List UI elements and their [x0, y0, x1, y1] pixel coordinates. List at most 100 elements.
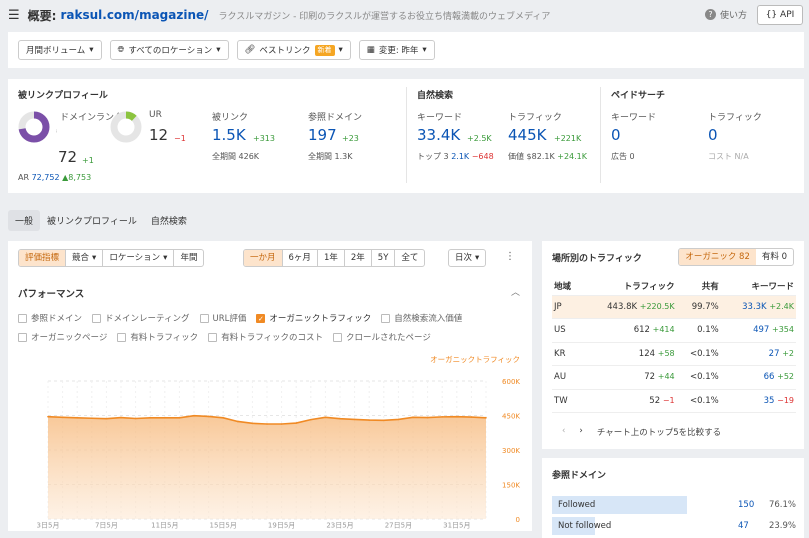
period-1y[interactable]: 1年: [318, 250, 345, 266]
metric-checkbox[interactable]: ✓ オーガニックトラフィック: [256, 312, 371, 324]
col-traffic[interactable]: トラフィック: [580, 277, 677, 296]
traffic-point[interactable]: [295, 422, 298, 424]
ref-domain-row[interactable]: Followed 150 76.1%: [552, 496, 796, 514]
top3-value[interactable]: 2.1K: [451, 152, 469, 161]
checkbox-icon[interactable]: [381, 313, 391, 323]
checkbox-icon[interactable]: [18, 313, 27, 323]
traffic-point[interactable]: [222, 417, 224, 419]
metric-checkbox[interactable]: URL評価: [199, 312, 246, 324]
traffic-point[interactable]: [339, 417, 341, 420]
period-all[interactable]: 全て: [395, 250, 424, 266]
checkbox-icon[interactable]: [18, 332, 27, 342]
change-dropdown[interactable]: ▦ 変更: 昨年 ▾: [358, 40, 435, 60]
metric-checkbox[interactable]: 有料トラフィック: [117, 331, 198, 343]
location-dropdown[interactable]: 🌐︎ すべてのロケーション ▾: [109, 40, 229, 60]
traffic-point[interactable]: [368, 419, 371, 421]
period-5y[interactable]: 5Y: [372, 250, 396, 266]
keywords-value[interactable]: 33.3K: [742, 302, 767, 312]
keywords-value[interactable]: 66: [764, 372, 775, 382]
ref-domain-value[interactable]: 150: [738, 500, 754, 510]
ref-domain-value[interactable]: 47: [738, 521, 749, 531]
traffic-point[interactable]: [280, 423, 283, 425]
compare-top5-link[interactable]: チャート上のトップ5を比較する: [597, 426, 721, 438]
checkbox-icon[interactable]: [333, 332, 343, 342]
toggle-paid[interactable]: 有料 0: [756, 249, 793, 265]
traffic-point[interactable]: [412, 416, 414, 419]
metric-checkbox[interactable]: オーガニックページ: [18, 331, 107, 343]
table-row[interactable]: US 612 +414 0.1% 497 +354: [552, 318, 796, 343]
menu-icon[interactable]: ☰: [8, 8, 20, 23]
ar-value[interactable]: 72,752: [32, 173, 60, 182]
period-2y[interactable]: 2年: [345, 250, 372, 266]
col-share[interactable]: 共有: [676, 277, 721, 296]
organic-traffic-value[interactable]: 445K: [508, 126, 546, 144]
metric-checkbox[interactable]: 自然検索流入価値: [381, 312, 462, 324]
metric-checkbox[interactable]: 有料トラフィックのコスト: [208, 331, 323, 343]
table-row[interactable]: KR 124 +58 <0.1% 27 +2: [552, 342, 796, 366]
traffic-point[interactable]: [383, 419, 385, 422]
checkbox-icon[interactable]: ✓: [256, 313, 266, 323]
traffic-point[interactable]: [485, 417, 487, 419]
traffic-point[interactable]: [397, 418, 400, 421]
ref-domain-row[interactable]: Not followed 47 23.9%: [552, 517, 796, 535]
chevron-left-icon[interactable]: ‹: [562, 426, 565, 438]
metric-checkbox[interactable]: クロールされたページ: [333, 331, 431, 343]
checkbox-icon[interactable]: [208, 332, 218, 342]
seg-location[interactable]: ロケーション ▾: [103, 250, 175, 266]
checkbox-icon[interactable]: [199, 313, 209, 323]
traffic-point[interactable]: [426, 416, 429, 419]
traffic-point[interactable]: [149, 417, 151, 419]
traffic-point[interactable]: [91, 417, 93, 420]
interval-button[interactable]: 日次 ▾: [449, 250, 485, 266]
interval-dropdown[interactable]: 日次 ▾: [448, 249, 487, 267]
traffic-point[interactable]: [266, 423, 268, 425]
traffic-point[interactable]: [120, 416, 122, 419]
table-row[interactable]: TW 52 −1 <0.1% 35 −19: [552, 389, 796, 413]
traffic-point[interactable]: [353, 418, 356, 421]
traffic-point[interactable]: [251, 422, 254, 425]
best-links-dropdown[interactable]: 🔗︎ ベストリンク 新着 ▾: [236, 40, 351, 60]
checkbox-icon[interactable]: [117, 332, 127, 342]
metric-checkbox[interactable]: ドメインレーティング: [92, 312, 190, 324]
traffic-point[interactable]: [324, 416, 327, 419]
seg-yearly[interactable]: 年間: [174, 250, 203, 266]
traffic-point[interactable]: [164, 417, 166, 419]
tab-backlink-profile[interactable]: 被リンクプロフィール: [40, 210, 144, 231]
keywords-value[interactable]: 497: [753, 325, 769, 335]
keywords-value[interactable]: 35: [764, 396, 775, 406]
traffic-point[interactable]: [61, 416, 64, 419]
tab-organic[interactable]: 自然検索: [144, 210, 194, 231]
howto-link[interactable]: ? 使い方: [704, 8, 747, 21]
paid-kw-value[interactable]: 0: [611, 126, 621, 144]
period-1m[interactable]: 一か月: [244, 250, 283, 266]
seg-metrics[interactable]: 評価指標: [19, 250, 67, 266]
traffic-point[interactable]: [76, 417, 78, 419]
traffic-point[interactable]: [47, 415, 49, 418]
seg-competitors[interactable]: 競合 ▾: [66, 250, 104, 266]
paid-traffic-value[interactable]: 0: [708, 126, 718, 144]
tab-general[interactable]: 一般: [8, 210, 41, 231]
period-6m[interactable]: 6ヶ月: [283, 250, 318, 266]
collapse-chevron-icon[interactable]: ︿: [511, 285, 520, 298]
api-button[interactable]: {} API: [757, 5, 803, 25]
table-row[interactable]: JP 443.8K +220.5K 99.7% 33.3K +2.4K: [552, 295, 796, 319]
table-row[interactable]: AU 72 +44 <0.1% 66 +52: [552, 365, 796, 390]
col-keywords[interactable]: キーワード: [720, 277, 796, 296]
traffic-point[interactable]: [310, 418, 312, 421]
backlinks-value[interactable]: 1.5K: [212, 126, 246, 144]
col-country[interactable]: 地域: [552, 277, 581, 296]
traffic-point[interactable]: [207, 415, 210, 418]
traffic-point[interactable]: [470, 416, 473, 418]
metric-checkbox[interactable]: 参照ドメイン: [18, 312, 82, 324]
traffic-point[interactable]: [134, 417, 137, 420]
checkbox-icon[interactable]: [92, 313, 102, 323]
organic-kw-value[interactable]: 33.4K: [417, 126, 460, 144]
ref-domains-value[interactable]: 197: [308, 126, 337, 144]
more-options-icon[interactable]: ⋮: [505, 251, 515, 262]
page-title-url[interactable]: raksul.com/magazine/: [60, 8, 208, 22]
traffic-point[interactable]: [441, 416, 444, 418]
traffic-point[interactable]: [456, 415, 458, 418]
traffic-point[interactable]: [105, 417, 108, 420]
chevron-right-icon[interactable]: ›: [579, 426, 582, 438]
traffic-point[interactable]: [178, 417, 181, 419]
